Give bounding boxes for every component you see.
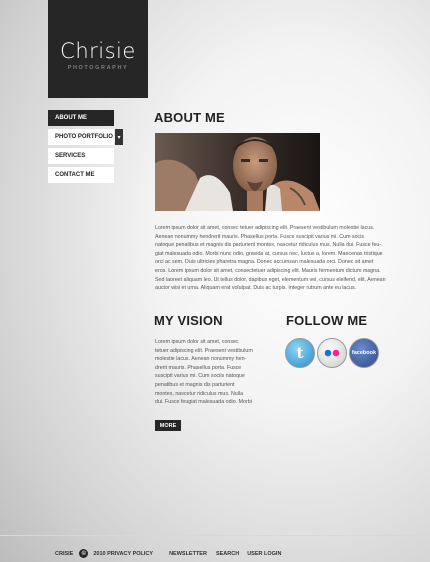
main-nav: ABOUT ME PHOTO PORTFOLIO ▾ SERVICES CONT… (48, 110, 128, 186)
search-link[interactable]: SEARCH (216, 551, 239, 557)
about-line: eros. Lorem ipsum dolor sit amet, consec… (155, 267, 381, 274)
nav-item-about-me[interactable]: ABOUT ME (48, 110, 114, 126)
twitter-button[interactable]: t (285, 338, 315, 368)
copyright-icon: © (79, 549, 89, 558)
about-line: giat malesuada odio. Morbi nunc odio, gr… (155, 250, 383, 257)
nav-item-label: CONTACT ME (55, 172, 95, 178)
nav-row-portfolio: PHOTO PORTFOLIO ▾ (48, 129, 128, 148)
vision-line: dui. Fusce feugiat malesuada odio. Morbi (155, 399, 252, 406)
about-title: ABOUT ME (154, 110, 225, 125)
logo-title: Chrisie (60, 39, 136, 63)
twitter-icon: t (296, 344, 304, 362)
profile-photo (155, 133, 320, 211)
vision-line: Lorem ipsum dolor sit amet, consec (155, 339, 239, 345)
flickr-button[interactable] (317, 338, 347, 368)
portrait-image (155, 133, 320, 211)
nav-item-label: SERVICES (55, 153, 86, 159)
more-button[interactable]: MORE (155, 420, 181, 431)
vision-line: penatibus et magnis dis parturient (155, 381, 235, 388)
nav-item-contact-me[interactable]: CONTACT ME (48, 167, 114, 183)
vision-line: suscipit varius mi. Cum sociis natoque (155, 373, 245, 380)
vision-text: Lorem ipsum dolor sit amet, consec tetue… (155, 338, 267, 407)
footer: CRISIE © 2010 PRIVACY POLICY NEWSLETTER … (55, 549, 281, 558)
logo-subtitle: PHOTOGRAPHY (67, 65, 129, 71)
privacy-policy-link[interactable]: 2010 PRIVACY POLICY (93, 551, 153, 557)
footer-divider (0, 535, 430, 536)
vision-line: molestie lacus. Aenean nonummy hen- (155, 356, 247, 363)
nav-item-label: PHOTO PORTFOLIO (55, 134, 113, 140)
newsletter-link[interactable]: NEWSLETTER (169, 551, 207, 557)
chevron-down-icon[interactable]: ▾ (115, 129, 123, 145)
nav-item-services[interactable]: SERVICES (48, 148, 114, 164)
about-line: Aenean nonummy hendrerit mauris. Phasell… (155, 233, 365, 240)
about-line: orci ac sem. Duis ultricies pharetra mag… (155, 259, 374, 266)
follow-title: FOLLOW ME (286, 313, 368, 328)
facebook-button[interactable]: facebook (349, 338, 379, 368)
user-login-link[interactable]: USER LOGIN (247, 551, 281, 557)
about-line: Lorem ipsum dolor sit amet, consec tetue… (155, 225, 375, 231)
vision-line: drerit mauris. Phasellus porta. Fusce (155, 364, 242, 371)
vision-line: montes, nascetur ridiculus mus. Nulla (155, 390, 244, 397)
about-line: natoque penatibus et magnis dis parturie… (155, 242, 382, 249)
nav-item-photo-portfolio[interactable]: PHOTO PORTFOLIO (48, 129, 114, 145)
logo[interactable]: Chrisie PHOTOGRAPHY (48, 0, 148, 98)
about-line: Sed laoreet aliquam leo. Ut tellus dolor… (155, 276, 386, 283)
about-line: auctor wisi et urna. Aliquam erat volutp… (155, 285, 357, 292)
footer-brand: CRISIE (55, 550, 74, 557)
vision-title: MY VISION (154, 313, 223, 328)
about-text: Lorem ipsum dolor sit amet, consec tetue… (155, 224, 407, 293)
vision-line: tetuer adipiscing elit. Praesent vestibu… (155, 347, 253, 354)
facebook-icon: facebook (351, 350, 377, 356)
nav-item-label: ABOUT ME (55, 115, 87, 121)
flickr-icon (324, 349, 340, 357)
